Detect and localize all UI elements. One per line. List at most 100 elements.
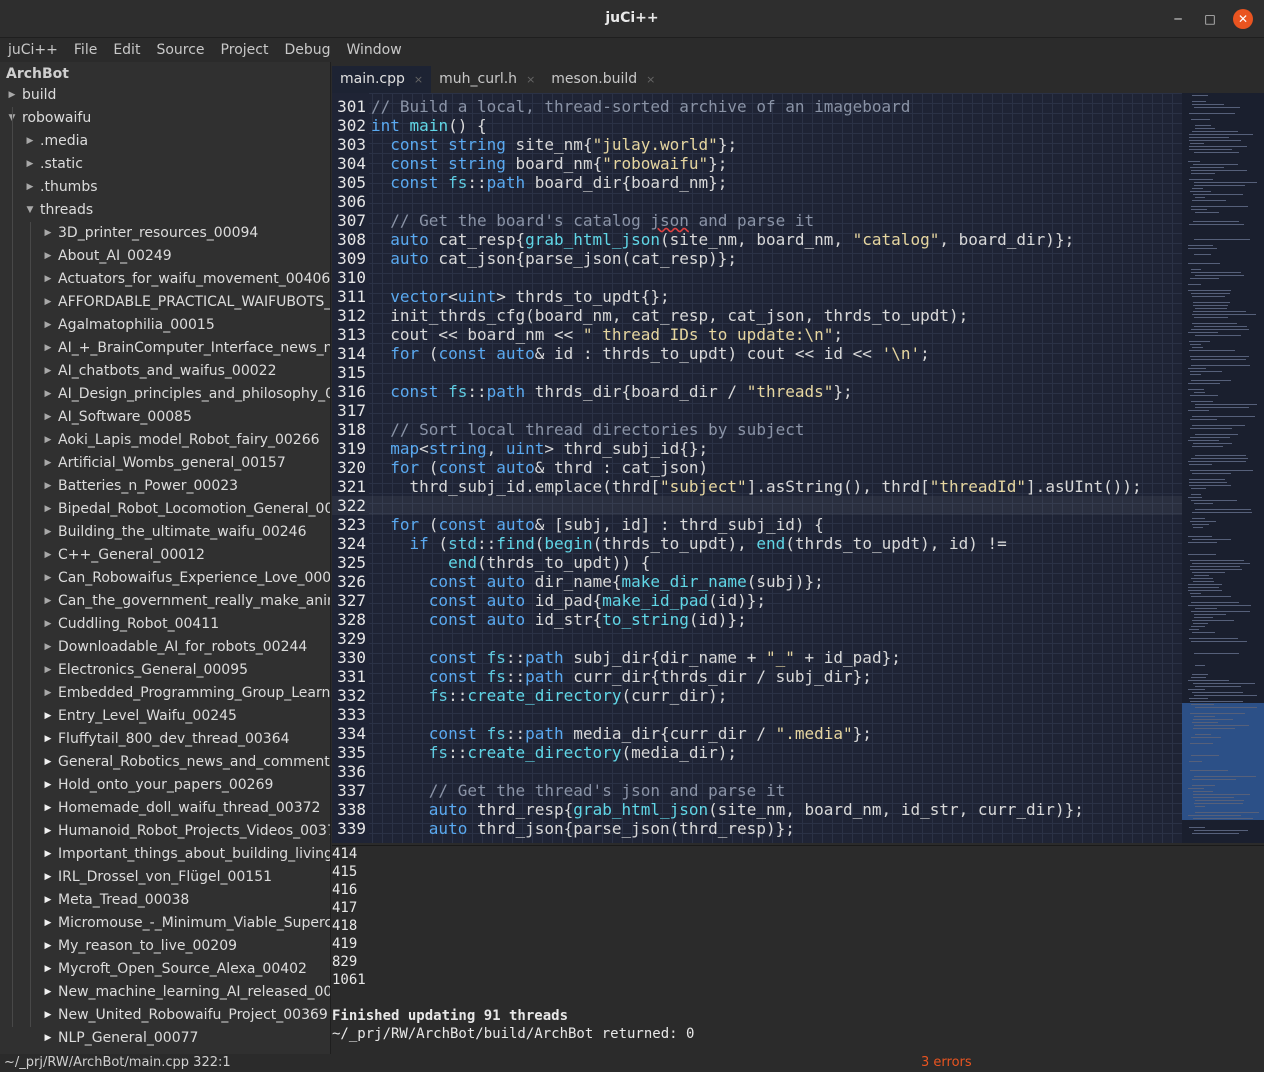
chevron-right-icon[interactable]: ▶	[42, 728, 54, 751]
code-text[interactable]: fs::create_directory(media_dir);	[371, 743, 737, 762]
tree-item[interactable]: ▶ Humanoid_Robot_Projects_Videos_0037	[0, 820, 330, 843]
tree-item[interactable]: ▶ Important_things_about_building_living_	[0, 843, 330, 866]
chevron-right-icon[interactable]: ▶	[42, 291, 54, 314]
tree-item[interactable]: ▶ AI_chatbots_and_waifus_00022	[0, 360, 330, 383]
chevron-right-icon[interactable]: ▶	[42, 659, 54, 682]
minimap[interactable]	[1182, 93, 1264, 843]
tree-item[interactable]: ▶ Building_the_ultimate_waifu_00246	[0, 521, 330, 544]
chevron-right-icon[interactable]: ▶	[42, 544, 54, 567]
tree-item[interactable]: ▼robowaifu	[0, 107, 330, 130]
tree-item[interactable]: ▶ IRL_Drossel_von_Flügel_00151	[0, 866, 330, 889]
tree-item[interactable]: ▶ Fluffytail_800_dev_thread_00364	[0, 728, 330, 751]
chevron-right-icon[interactable]: ▶	[42, 337, 54, 360]
code-line[interactable]: 339 auto thrd_json{parse_json(thrd_resp)…	[332, 819, 1182, 838]
code-line[interactable]: 302 int main() {	[332, 116, 1182, 135]
code-line[interactable]: 310	[332, 268, 1182, 287]
chevron-right-icon[interactable]: ▶	[24, 130, 36, 153]
code-text[interactable]: init_thrds_cfg(board_nm, cat_resp, cat_j…	[371, 306, 968, 325]
tree-item[interactable]: ▶ .static	[0, 153, 330, 176]
tree-item[interactable]: ▶ Entry_Level_Waifu_00245	[0, 705, 330, 728]
tree-item[interactable]: ▶ Batteries_n_Power_00023	[0, 475, 330, 498]
code-line[interactable]: 311 vector<uint> thrds_to_updt{};	[332, 287, 1182, 306]
code-text[interactable]: cout << board_nm << " thread IDs to upda…	[371, 325, 843, 344]
code-text[interactable]: if (std::find(begin(thrds_to_updt), end(…	[371, 534, 1007, 553]
chevron-right-icon[interactable]: ▶	[42, 475, 54, 498]
code-line[interactable]: 301 // Build a local, thread-sorted archi…	[332, 97, 1182, 116]
code-editor[interactable]: 301 // Build a local, thread-sorted archi…	[332, 93, 1182, 843]
tree-item[interactable]: ▶ Meta_Tread_00038	[0, 889, 330, 912]
code-text[interactable]: for (const auto& [subj, id] : thrd_subj_…	[371, 515, 824, 534]
code-text[interactable]: const string site_nm{"julay.world"};	[371, 135, 737, 154]
code-text[interactable]: // Get the thread's json and parse it	[371, 781, 785, 800]
code-line[interactable]: 318 // Sort local thread directories by …	[332, 420, 1182, 439]
code-text[interactable]: const fs::path curr_dir{thrds_dir / subj…	[371, 667, 872, 686]
code-line[interactable]: 313 cout << board_nm << " thread IDs to …	[332, 325, 1182, 344]
chevron-right-icon[interactable]: ▶	[42, 383, 54, 406]
chevron-right-icon[interactable]: ▶	[42, 314, 54, 337]
code-text[interactable]: thrd_subj_id.emplace(thrd["subject"].asS…	[371, 477, 1142, 496]
code-line[interactable]: 329	[332, 629, 1182, 648]
tree-item[interactable]: ▶ Aoki_Lapis_model_Robot_fairy_00266	[0, 429, 330, 452]
chevron-right-icon[interactable]: ▶	[6, 84, 18, 107]
tree-item[interactable]: ▶ AI_+_BrainComputer_Interface_news_n_c	[0, 337, 330, 360]
tree-item[interactable]: ▶ NLP_General_00077	[0, 1027, 330, 1050]
chevron-right-icon[interactable]: ▶	[24, 153, 36, 176]
chevron-right-icon[interactable]: ▶	[42, 360, 54, 383]
menu-item-file[interactable]: File	[66, 38, 105, 62]
code-line[interactable]: 338 auto thrd_resp{grab_html_json(site_n…	[332, 800, 1182, 819]
code-line[interactable]: 303 const string site_nm{"julay.world"};	[332, 135, 1182, 154]
tree-item[interactable]: ▶ Bipedal_Robot_Locomotion_General_00	[0, 498, 330, 521]
tab-muh-curl-h[interactable]: muh_curl.h ×	[431, 66, 543, 93]
error-count[interactable]: 3 errors	[921, 1054, 972, 1072]
code-line[interactable]: 324 if (std::find(begin(thrds_to_updt), …	[332, 534, 1182, 553]
code-text[interactable]: auto cat_resp{grab_html_json(site_nm, bo…	[371, 230, 1074, 249]
chevron-right-icon[interactable]: ▶	[42, 222, 54, 245]
tree-item[interactable]: ▶ AI_Software_00085	[0, 406, 330, 429]
close-icon[interactable]: ✕	[1233, 9, 1253, 29]
code-text[interactable]: const auto id_pad{make_id_pad(id)};	[371, 591, 766, 610]
code-text[interactable]: const fs::path board_dir{board_nm};	[371, 173, 727, 192]
chevron-right-icon[interactable]: ▶	[42, 590, 54, 613]
chevron-right-icon[interactable]: ▶	[42, 981, 54, 1004]
chevron-right-icon[interactable]: ▶	[42, 429, 54, 452]
tree-item[interactable]: ▶ 3D_printer_resources_00094	[0, 222, 330, 245]
menu-item-juci[interactable]: juCi++	[0, 38, 66, 62]
minimize-icon[interactable]: ─	[1168, 9, 1188, 29]
menu-item-source[interactable]: Source	[148, 38, 212, 62]
tab-meson-build[interactable]: meson.build ×	[543, 66, 663, 93]
tree-item[interactable]: ▶ Mycroft_Open_Source_Alexa_00402	[0, 958, 330, 981]
code-line[interactable]: 331 const fs::path curr_dir{thrds_dir / …	[332, 667, 1182, 686]
code-line[interactable]: 316 const fs::path thrds_dir{board_dir /…	[332, 382, 1182, 401]
chevron-right-icon[interactable]: ▶	[42, 613, 54, 636]
tree-item[interactable]: ▶ build	[0, 84, 330, 107]
code-line[interactable]: 312 init_thrds_cfg(board_nm, cat_resp, c…	[332, 306, 1182, 325]
tree-item[interactable]: ▶ About_AI_00249	[0, 245, 330, 268]
close-tab-icon[interactable]: ×	[414, 66, 423, 93]
chevron-right-icon[interactable]: ▶	[42, 843, 54, 866]
tree-item[interactable]: ▶ Micromouse_-_Minimum_Viable_Superch	[0, 912, 330, 935]
chevron-right-icon[interactable]: ▶	[42, 1027, 54, 1050]
chevron-right-icon[interactable]: ▶	[42, 245, 54, 268]
tree-item[interactable]: ▶ Artificial_Wombs_general_00157	[0, 452, 330, 475]
code-line[interactable]: 308 auto cat_resp{grab_html_json(site_nm…	[332, 230, 1182, 249]
code-text[interactable]: auto thrd_json{parse_json(thrd_resp)};	[371, 819, 795, 838]
code-text[interactable]: fs::create_directory(curr_dir);	[371, 686, 728, 705]
code-line[interactable]: 327 const auto id_pad{make_id_pad(id)};	[332, 591, 1182, 610]
tree-item[interactable]: ▶ Can_Robowaifus_Experience_Love_00014	[0, 567, 330, 590]
tree-item[interactable]: ▶ C++_General_00012	[0, 544, 330, 567]
chevron-right-icon[interactable]: ▶	[42, 797, 54, 820]
tree-item[interactable]: ▶ AFFORDABLE_PRACTICAL_WAIFUBOTS_0	[0, 291, 330, 314]
menu-item-window[interactable]: Window	[339, 38, 410, 62]
code-line[interactable]: 332 fs::create_directory(curr_dir);	[332, 686, 1182, 705]
code-line[interactable]: 328 const auto id_str{to_string(id)};	[332, 610, 1182, 629]
code-line[interactable]: 321 thrd_subj_id.emplace(thrd["subject"]…	[332, 477, 1182, 496]
code-line[interactable]: 304 const string board_nm{"robowaifu"};	[332, 154, 1182, 173]
code-line[interactable]: 337 // Get the thread's json and parse i…	[332, 781, 1182, 800]
chevron-right-icon[interactable]: ▶	[42, 498, 54, 521]
code-text[interactable]: const fs::path thrds_dir{board_dir / "th…	[371, 382, 852, 401]
code-line[interactable]: 307 // Get the board's catalog json and …	[332, 211, 1182, 230]
tree-item[interactable]: ▼ threads	[0, 199, 330, 222]
chevron-right-icon[interactable]: ▶	[42, 636, 54, 659]
code-text[interactable]: auto cat_json{parse_json(cat_resp)};	[371, 249, 737, 268]
code-text[interactable]: auto thrd_resp{grab_html_json(site_nm, b…	[371, 800, 1084, 819]
